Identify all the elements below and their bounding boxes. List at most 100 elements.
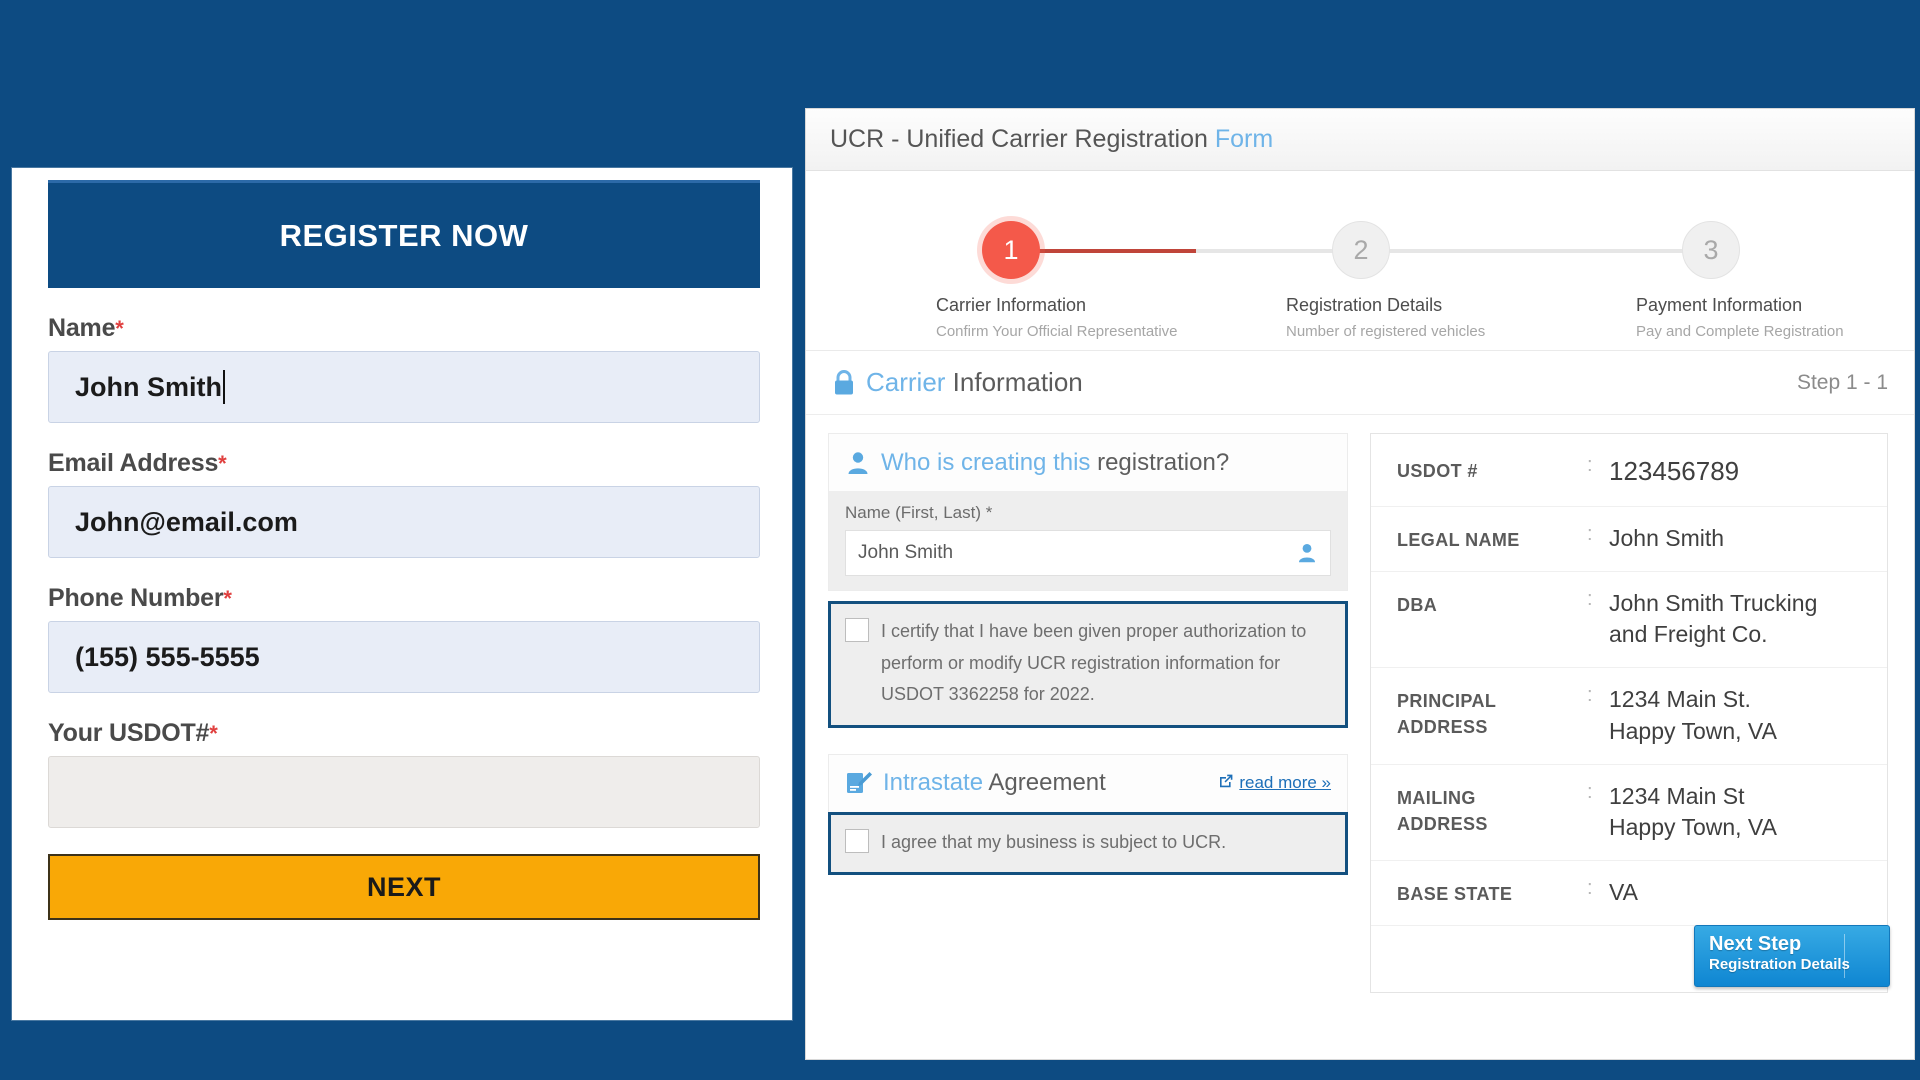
read-more-label: read more » [1239, 773, 1331, 792]
phone-field-label: Phone Number* [48, 584, 232, 612]
intrastate-agree-block: I agree that my business is subject to U… [828, 811, 1348, 875]
email-input[interactable]: John@email.com [48, 486, 760, 558]
agree-checkbox[interactable] [845, 828, 869, 853]
detail-key: DBA [1397, 594, 1438, 615]
detail-colon: : [1587, 587, 1593, 610]
intrastate-agreement-title: Intrastate Agreement [883, 769, 1106, 797]
usdot-field-label: Your USDOT#* [48, 719, 218, 747]
detail-value: John Smith Trucking and Freight Co. [1609, 589, 1818, 648]
detail-key: PRINCIPAL ADDRESS [1397, 691, 1497, 738]
intrastate-agreement-header: Intrastate Agreement read more » [828, 753, 1348, 812]
email-field-label: Email Address* [48, 449, 227, 477]
who-is-creating-card: Who is creating this registration? Name … [828, 433, 1348, 591]
lock-icon [832, 369, 856, 397]
who-is-creating-body: Name (First, Last) * John Smith [828, 491, 1348, 591]
stepper-step-2[interactable]: 2 Registration Details Number of registe… [1286, 221, 1486, 340]
phone-input-value: (155) 555-5555 [75, 641, 260, 672]
stepper-step-1[interactable]: 1 Carrier Information Confirm Your Offic… [936, 221, 1178, 340]
representative-name-input[interactable]: John Smith [845, 530, 1331, 576]
detail-row: PRINCIPAL ADDRESS : 1234 Main St. Happy … [1371, 668, 1887, 765]
detail-row: USDOT # : 123456789 [1371, 438, 1887, 507]
agree-checkbox-row[interactable]: I agree that my business is subject to U… [845, 827, 1331, 859]
stepper-label-3: Payment Information [1636, 295, 1803, 315]
register-form: REGISTER NOW Name* John Smith Email Addr… [48, 180, 760, 920]
next-step-divider [1844, 934, 1845, 978]
required-asterisk: * [115, 316, 124, 341]
ucr-window-title: UCR - Unified Carrier Registration Form [830, 125, 1274, 153]
intrastate-title-rest: Agreement [983, 769, 1106, 796]
next-button[interactable]: NEXT [48, 854, 760, 920]
stepper-step-3[interactable]: 3 Payment Information Pay and Complete R… [1636, 221, 1844, 340]
detail-key: BASE STATE [1397, 884, 1513, 905]
certify-checkbox[interactable] [845, 618, 869, 642]
required-asterisk: * [209, 721, 218, 746]
detail-value: VA [1609, 879, 1638, 906]
right-column: USDOT # : 123456789 LEGAL NAME : John Sm… [1370, 433, 1888, 993]
next-step-subtitle: Registration Details [1709, 956, 1850, 973]
certify-checkbox-row[interactable]: I certify that I have been given proper … [845, 616, 1331, 711]
who-is-creating-title-rest: registration? [1090, 448, 1230, 476]
detail-value: 1234 Main St. Happy Town, VA [1609, 686, 1777, 744]
left-column: Who is creating this registration? Name … [828, 433, 1348, 993]
progress-stepper: 1 Carrier Information Confirm Your Offic… [806, 171, 1914, 351]
ucr-window-title-accent: Form [1214, 125, 1274, 153]
detail-colon: : [1587, 780, 1593, 803]
ucr-title-bar: UCR - Unified Carrier Registration Form [806, 109, 1914, 171]
name-input[interactable]: John Smith [48, 351, 760, 423]
detail-value: 123456789 [1609, 456, 1740, 486]
certify-authorization-block: I certify that I have been given proper … [828, 601, 1348, 728]
stepper-sublabel-1: Confirm Your Official Representative [936, 323, 1178, 340]
email-input-value: John@email.com [75, 506, 298, 537]
text-caret [223, 370, 225, 404]
stepper-sublabel-3: Pay and Complete Registration [1636, 323, 1844, 340]
detail-colon: : [1587, 684, 1593, 707]
who-is-creating-title: Who is creating this registration? [881, 449, 1229, 477]
detail-colon: : [1587, 454, 1593, 476]
usdot-input[interactable] [48, 756, 760, 828]
step-counter: Step 1 - 1 [1796, 370, 1888, 394]
detail-key: LEGAL NAME [1397, 529, 1520, 550]
detail-value: John Smith [1609, 524, 1725, 551]
user-icon [845, 450, 871, 476]
detail-row: BASE STATE : VA [1371, 861, 1887, 926]
detail-key: MAILING ADDRESS [1397, 787, 1488, 834]
detail-row: LEGAL NAME : John Smith [1371, 507, 1887, 572]
detail-key: USDOT # [1397, 461, 1478, 481]
page-root: REGISTER NOW Name* John Smith Email Addr… [0, 0, 1920, 1080]
name-first-last-label: Name (First, Last) * [845, 503, 993, 522]
next-step-button[interactable]: Next Step Registration Details [1694, 925, 1890, 987]
carrier-information-body: Who is creating this registration? Name … [806, 415, 1914, 993]
stepper-label-2: Registration Details [1286, 295, 1443, 315]
who-is-creating-title-accent: Who is creating this [881, 448, 1091, 476]
who-is-creating-header: Who is creating this registration? [828, 433, 1348, 491]
stepper-bubble-2[interactable]: 2 [1332, 221, 1390, 279]
detail-row: MAILING ADDRESS : 1234 Main St Happy Tow… [1371, 765, 1887, 862]
stepper-number-3: 3 [1703, 234, 1719, 265]
register-now-banner: REGISTER NOW [48, 180, 760, 288]
representative-name-value: John Smith [858, 542, 954, 563]
required-asterisk: * [218, 451, 227, 476]
register-now-title: REGISTER NOW [279, 217, 529, 253]
document-edit-icon [845, 770, 873, 796]
intrastate-title-accent: Intrastate [883, 769, 984, 796]
stepper-sublabel-2: Number of registered vehicles [1286, 323, 1486, 340]
phone-input[interactable]: (155) 555-5555 [48, 621, 760, 693]
certify-checkbox-label: I certify that I have been given proper … [881, 621, 1307, 704]
intrastate-agreement-card: Intrastate Agreement read more » [828, 753, 1348, 812]
carrier-details-card: USDOT # : 123456789 LEGAL NAME : John Sm… [1370, 433, 1888, 993]
stepper-bubble-3[interactable]: 3 [1682, 221, 1740, 279]
stepper-number-1: 1 [1003, 234, 1019, 265]
next-step-wrapper: Next Step Registration Details [1694, 925, 1890, 987]
stepper-bubble-1[interactable]: 1 [982, 221, 1040, 279]
detail-value: 1234 Main St Happy Town, VA [1609, 782, 1777, 841]
carrier-information-header: Carrier Information Step 1 - 1 [806, 351, 1914, 415]
read-more-link[interactable]: read more » [1218, 773, 1331, 794]
section-title-rest: Information [945, 367, 1083, 397]
stepper-number-2: 2 [1353, 234, 1369, 265]
next-button-label: NEXT [366, 871, 441, 902]
section-title: Carrier Information [866, 367, 1083, 398]
name-field-label: Name* [48, 314, 124, 342]
register-now-card: REGISTER NOW Name* John Smith Email Addr… [12, 168, 792, 1020]
detail-row: DBA : John Smith Trucking and Freight Co… [1371, 572, 1887, 669]
agree-checkbox-label: I agree that my business is subject to U… [881, 831, 1227, 852]
